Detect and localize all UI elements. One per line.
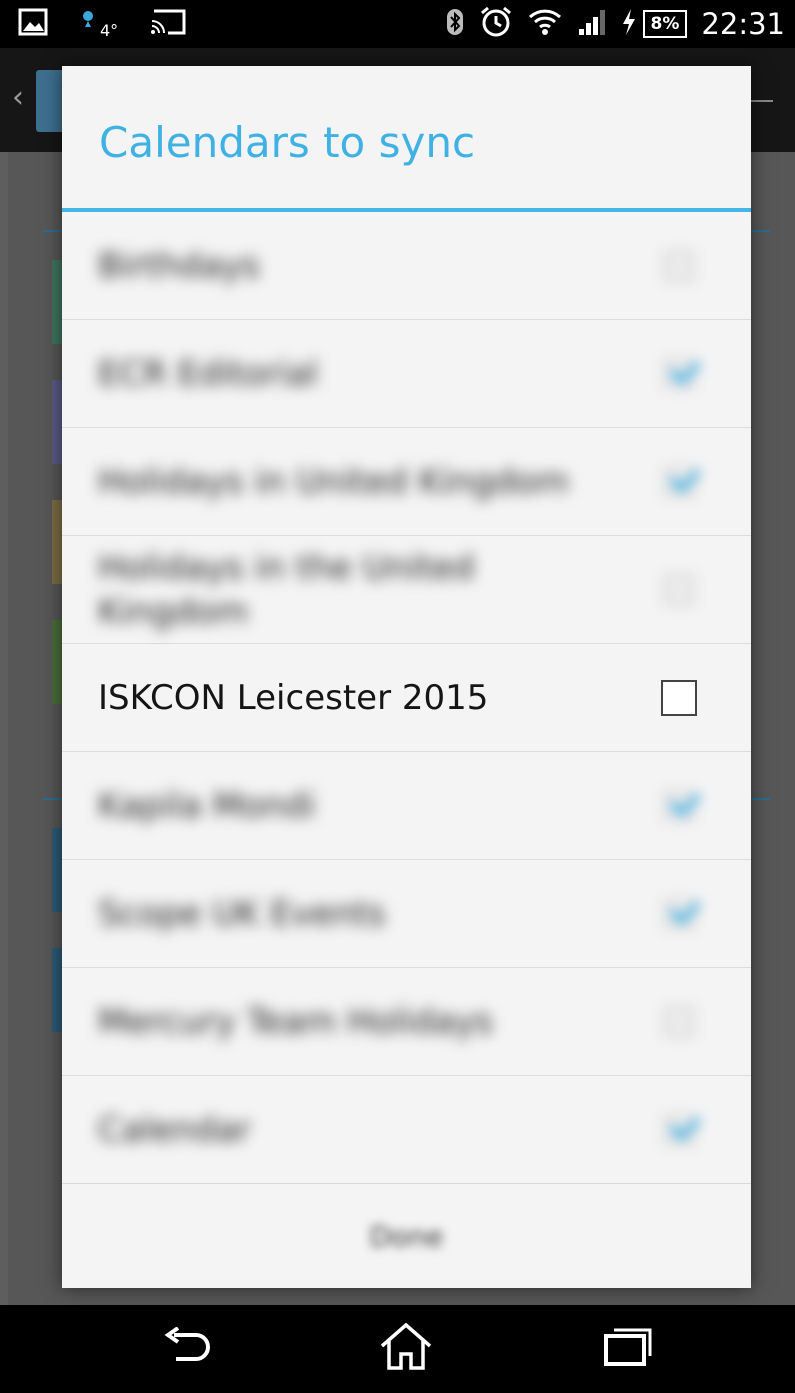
calendar-item[interactable]: Holidays in the United Kingdom — [62, 536, 751, 644]
calendar-item[interactable]: Holidays in United Kingdom — [62, 428, 751, 536]
back-button[interactable] — [146, 1319, 226, 1379]
recents-icon — [602, 1326, 654, 1372]
calendar-item-checkbox[interactable] — [663, 573, 695, 606]
navigation-bar — [0, 1305, 795, 1393]
wifi-icon — [527, 6, 563, 42]
temperature-label: 4° — [100, 20, 119, 40]
calendar-color-strip — [52, 500, 62, 584]
home-icon — [378, 1322, 434, 1376]
calendar-item-label: ECR Editorial — [98, 353, 319, 394]
signal-icon — [577, 7, 607, 41]
image-icon — [18, 7, 48, 41]
done-button[interactable]: Done — [62, 1184, 751, 1288]
calendar-item-checkbox[interactable] — [663, 357, 695, 390]
calendar-item-label: Scope UK Events — [98, 893, 386, 934]
weather-icon: 4° — [78, 9, 118, 40]
home-button[interactable] — [366, 1319, 446, 1379]
calendar-item[interactable]: Kapila Mondi — [62, 752, 751, 860]
calendar-item-iskcon[interactable]: ISKCON Leicester 2015 — [62, 644, 751, 752]
divider — [43, 230, 63, 232]
charging-icon — [621, 8, 637, 40]
calendar-item-checkbox[interactable] — [661, 679, 697, 716]
calendar-item-label: Kapila Mondi — [98, 785, 316, 826]
calendar-item-checkbox[interactable] — [663, 1113, 695, 1146]
calendar-item-label: Birthdays — [98, 245, 260, 286]
calendar-color-strip — [52, 260, 62, 344]
calendar-item-label: Holidays in the United Kingdom — [98, 547, 475, 632]
calendar-item-label: Calendar — [98, 1109, 251, 1150]
back-icon — [160, 1326, 212, 1371]
calendar-color-strip — [52, 380, 62, 464]
calendars-to-sync-dialog: Calendars to sync Birthdays ECR Editoria… — [62, 66, 751, 1288]
calendar-item-label: ISKCON Leicester 2015 — [98, 677, 489, 718]
cast-icon — [148, 7, 188, 41]
calendar-item[interactable]: ECR Editorial — [62, 320, 751, 428]
calendar-item-label: Holidays in United Kingdom — [98, 461, 570, 502]
status-bar: 4° 8% 22:31 — [0, 0, 795, 48]
calendar-item[interactable]: Scope UK Events — [62, 860, 751, 968]
dialog-title: Calendars to sync — [99, 118, 476, 167]
calendar-color-strip — [52, 828, 62, 912]
calendar-item-checkbox[interactable] — [663, 249, 695, 282]
alarm-icon — [479, 5, 513, 43]
recents-button[interactable] — [588, 1319, 668, 1379]
calendar-color-strip — [52, 620, 62, 704]
calendar-item-checkbox[interactable] — [663, 789, 695, 822]
calendar-item-checkbox[interactable] — [663, 897, 695, 930]
clock: 22:31 — [701, 7, 785, 41]
calendar-item-label: Mercury Team Holidays — [98, 1001, 493, 1042]
calendar-item[interactable]: Birthdays — [62, 212, 751, 320]
calendar-color-strip — [52, 948, 62, 1032]
calendar-item-checkbox[interactable] — [663, 1005, 695, 1038]
battery-percent: 8% — [642, 10, 688, 38]
menu-icon — [751, 100, 773, 102]
calendar-item[interactable]: Calendar — [62, 1076, 751, 1183]
chevron-left-icon: ‹ — [12, 80, 24, 115]
calendar-item-checkbox[interactable] — [663, 465, 695, 498]
divider — [43, 798, 63, 800]
done-button-label: Done — [369, 1219, 444, 1253]
bluetooth-icon — [445, 7, 465, 41]
battery-indicator: 8% — [621, 8, 688, 40]
calendar-item[interactable]: Mercury Team Holidays — [62, 968, 751, 1076]
